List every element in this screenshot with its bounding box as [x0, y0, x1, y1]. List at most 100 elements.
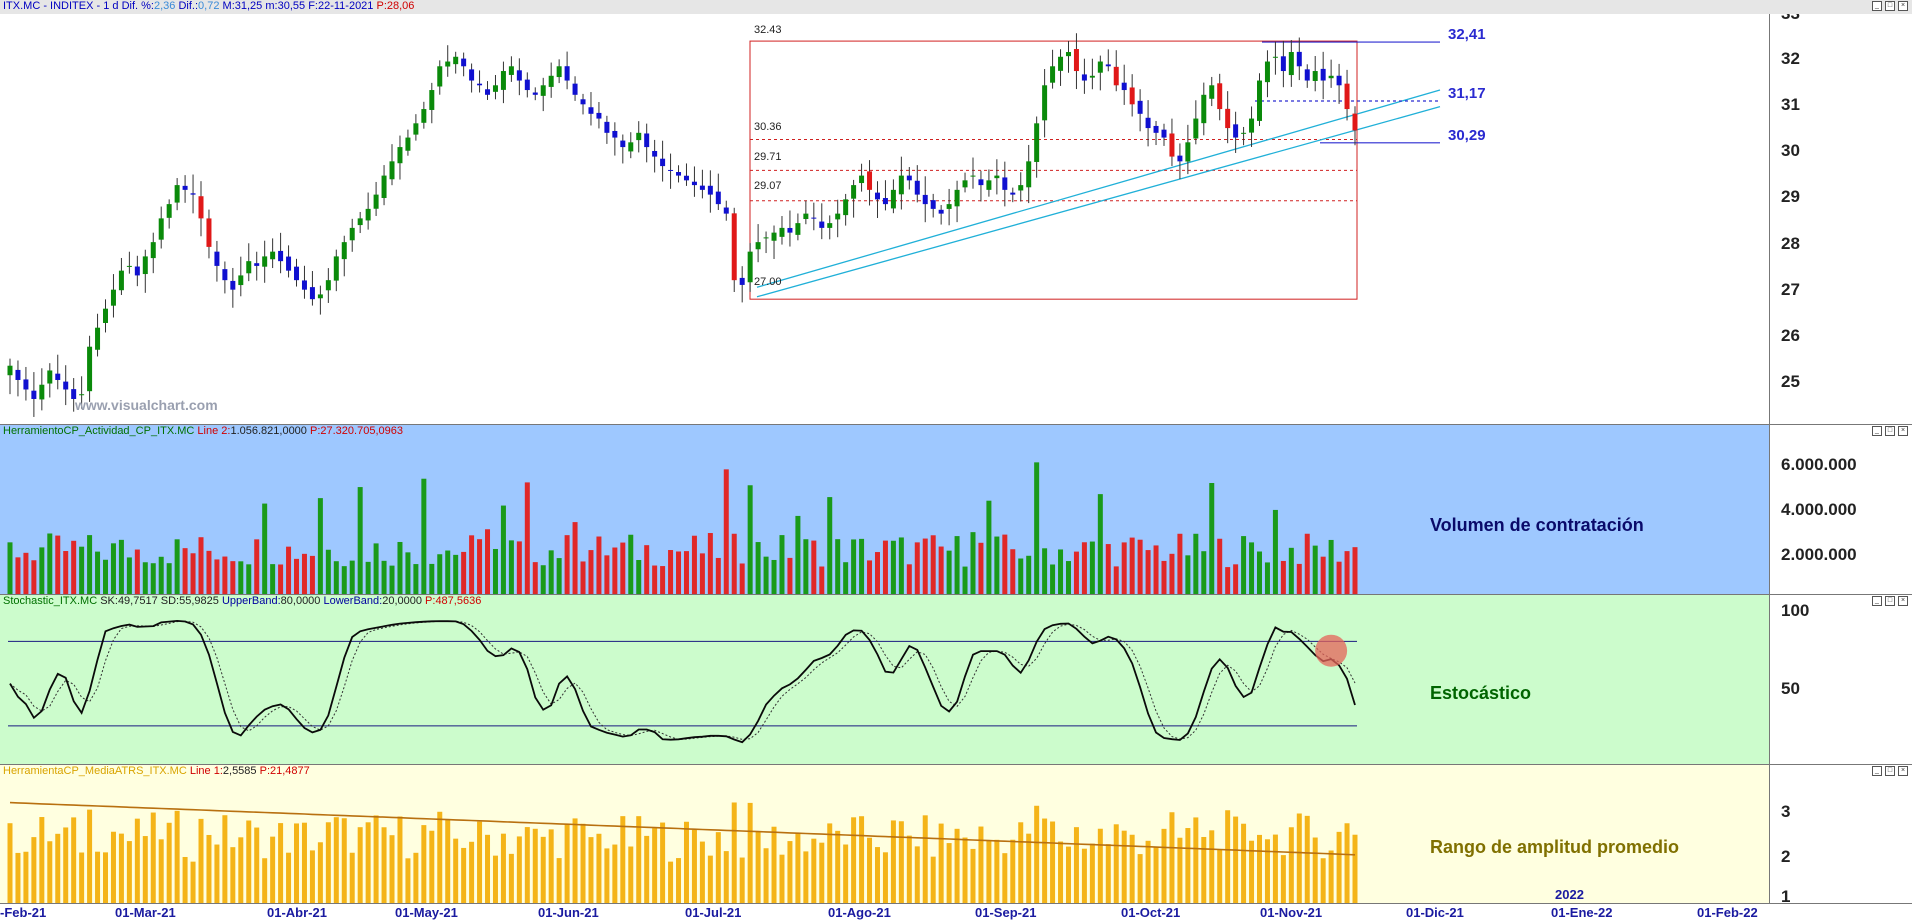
candle-body	[540, 85, 546, 96]
close-icon[interactable]: ×	[1898, 766, 1908, 776]
minimize-icon[interactable]: _	[1872, 426, 1882, 436]
atr-bar	[1193, 817, 1199, 904]
atr-bar	[1272, 834, 1278, 904]
volume-bar	[1280, 560, 1286, 595]
atr-bar	[87, 809, 93, 904]
candle-body	[47, 370, 53, 384]
y-tick-label: 29	[1781, 187, 1800, 206]
price-panel[interactable]: ITX.MC - INDITEX - 1 d Dif. %:2,36 Dif.:…	[0, 0, 1912, 424]
x-tick-label: 01-Jun-21	[538, 905, 599, 920]
x-tick-label: 01-Ene-22	[1551, 905, 1613, 920]
candle-body	[914, 180, 920, 195]
volume-bar	[644, 545, 650, 595]
candle-body	[707, 185, 713, 195]
atr-bar	[1280, 855, 1286, 904]
volume-bar	[795, 515, 801, 595]
volume-bar	[755, 542, 761, 595]
window-controls[interactable]: _ □ ×	[1872, 766, 1908, 776]
p-label: P:	[376, 0, 387, 12]
candle-body	[389, 161, 395, 180]
minimize-icon[interactable]: _	[1872, 1, 1882, 11]
atr-bar	[95, 851, 101, 904]
atr-bar	[906, 835, 912, 904]
close-icon[interactable]: ×	[1898, 596, 1908, 606]
volume-bar	[309, 555, 315, 595]
minimize-icon[interactable]: _	[1872, 766, 1882, 776]
atr-bar	[811, 838, 817, 904]
atr-bar	[150, 812, 156, 904]
fib-level-label: 29.07	[754, 180, 782, 192]
volume-bar	[71, 540, 77, 595]
sk-line	[9, 619, 1356, 744]
close-icon[interactable]: ×	[1898, 426, 1908, 436]
window-controls[interactable]: _ □ ×	[1872, 426, 1908, 436]
atr-bar	[103, 852, 109, 904]
candle-body	[373, 194, 379, 209]
minimize-icon[interactable]: _	[1872, 596, 1882, 606]
atr-bar	[1328, 850, 1334, 904]
window-controls[interactable]: _ □ ×	[1872, 596, 1908, 606]
close-icon[interactable]: ×	[1898, 1, 1908, 11]
atr-bar	[230, 847, 236, 904]
maximize-icon[interactable]: □	[1885, 1, 1895, 11]
volume-bar	[1344, 551, 1350, 595]
dif-pct-value: 2,36	[154, 0, 176, 12]
window-controls[interactable]: _ □ ×	[1872, 1, 1908, 11]
volume-bar	[278, 564, 284, 595]
maximize-icon[interactable]: □	[1885, 426, 1895, 436]
candle-body	[230, 280, 236, 290]
atr-bar	[771, 826, 777, 904]
volume-bar	[938, 546, 944, 595]
candle-body	[779, 227, 785, 237]
volume-panel[interactable]: HerramientoCP_Actividad_CP_ITX.MC Line 2…	[0, 424, 1912, 595]
volume-bar	[699, 553, 705, 595]
atr-bar	[405, 858, 411, 904]
volume-bar	[1177, 533, 1183, 595]
level-label: 32,41	[1448, 26, 1486, 43]
y-tick-label: 3	[1781, 802, 1791, 821]
volume-bar	[413, 564, 419, 595]
atr-bar	[1169, 812, 1175, 904]
atr-bar	[556, 858, 562, 904]
atr-bar	[1256, 834, 1262, 904]
candle-body	[166, 204, 172, 218]
stochastic-panel[interactable]: Stochastic_ITX.MC SK:49,7517 SD:55,9825 …	[0, 594, 1912, 765]
volume-bar	[946, 550, 952, 595]
candle-body	[946, 204, 952, 209]
volume-bar	[636, 560, 642, 595]
volume-bar	[158, 556, 164, 595]
volume-bar	[1193, 533, 1199, 595]
candle-body	[1225, 108, 1231, 129]
panel-title: Estocástico	[1430, 683, 1532, 703]
y-tick-label: 28	[1781, 234, 1800, 253]
volume-bar	[110, 543, 116, 595]
maximize-icon[interactable]: □	[1885, 596, 1895, 606]
candle-body	[461, 58, 467, 67]
atr-bar	[15, 852, 21, 904]
atr-panel[interactable]: HerramientaCP_MediaATRS_ITX.MC Line 1:2,…	[0, 764, 1912, 904]
volume-bar	[214, 559, 220, 595]
volume-bar	[206, 550, 212, 595]
volume-bar	[524, 482, 530, 595]
candle-body	[835, 213, 841, 220]
volume-bar	[1002, 534, 1008, 595]
volume-bar	[1097, 494, 1103, 595]
candle-body	[803, 213, 809, 220]
atr-bar	[874, 847, 880, 904]
candle-body	[556, 66, 562, 78]
atr-bar	[389, 835, 395, 904]
line-label: Line 1:	[189, 765, 223, 777]
atr-bar	[1288, 827, 1294, 904]
atr-bar	[301, 822, 307, 904]
y-tick-label: 30	[1781, 141, 1800, 160]
volume-bar	[787, 557, 793, 595]
candle-body	[723, 207, 729, 214]
candle-body	[1089, 75, 1095, 78]
maximize-icon[interactable]: □	[1885, 766, 1895, 776]
atr-bar	[31, 837, 37, 904]
volume-bar	[1010, 549, 1016, 595]
atr-bar	[508, 853, 514, 904]
candle-body	[325, 280, 331, 291]
candle-body	[278, 250, 284, 262]
volume-bar	[628, 534, 634, 595]
